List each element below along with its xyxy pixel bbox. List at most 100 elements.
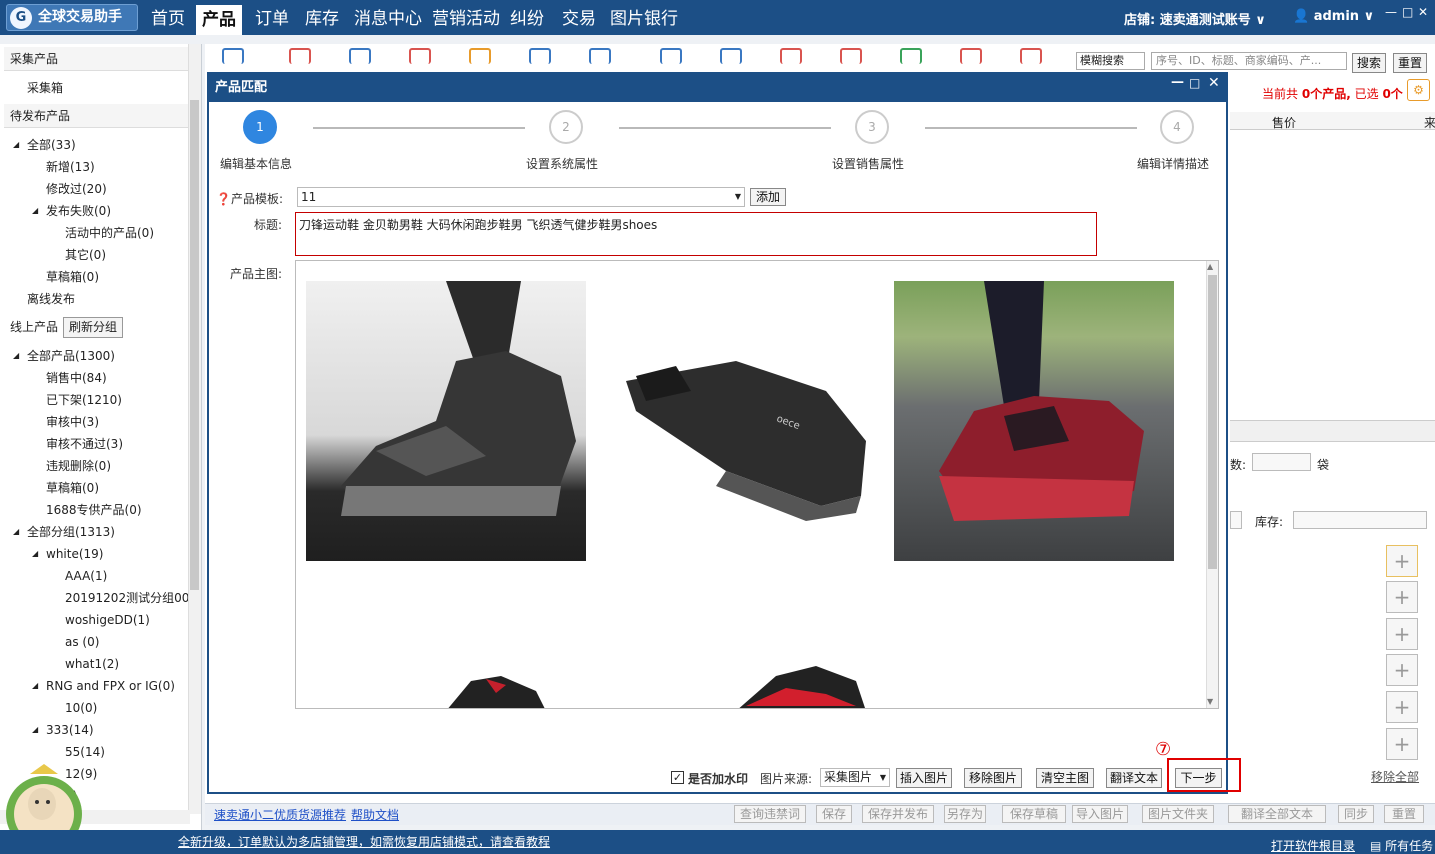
toolbar-icon-5[interactable] (529, 48, 551, 64)
sidebar-item-online[interactable]: white(19) (46, 544, 103, 564)
sidebar-item-online[interactable]: 全部分组(1313) (27, 522, 115, 542)
sidebar-item-online[interactable]: 已下架(1210) (46, 390, 122, 410)
image-area-scroll-thumb[interactable] (1208, 275, 1217, 569)
promo-link[interactable]: 速卖通小二优质货源推荐 (214, 806, 346, 823)
status-button-0[interactable]: 查询违禁词 (734, 805, 806, 823)
step-circle-2[interactable]: 2 (549, 110, 583, 144)
sidebar-item-online[interactable]: 333(14) (46, 720, 94, 740)
toolbar-icon-2[interactable] (349, 48, 371, 64)
tree-expand-icon[interactable]: ◢ (13, 346, 19, 366)
partial-input[interactable] (1230, 511, 1242, 529)
toolbar-icon-12[interactable] (960, 48, 982, 64)
sidebar-item-online[interactable]: 20191202测试分组001 (65, 588, 197, 608)
window-maximize-button[interactable]: □ (1402, 5, 1413, 19)
sidebar-item-online[interactable]: 审核中(3) (46, 412, 99, 432)
remove-image-button[interactable]: 移除图片 (964, 768, 1022, 788)
toolbar-icon-1[interactable] (289, 48, 311, 64)
add-template-button[interactable]: 添加 (750, 188, 786, 206)
toolbar-icon-8[interactable] (720, 48, 742, 64)
col-price-header[interactable]: 售价 (1272, 114, 1296, 131)
sidebar-item-pending[interactable]: 草稿箱(0) (46, 267, 99, 287)
add-image-plus-icon[interactable]: + (1386, 728, 1418, 760)
search-button[interactable]: 搜索 (1352, 53, 1386, 73)
watermark-checkbox[interactable]: ✓ (671, 771, 684, 784)
filter-settings-icon[interactable]: ⚙ (1407, 79, 1430, 101)
toolbar-icon-9[interactable] (780, 48, 802, 64)
open-root-dir-link[interactable]: 打开软件根目录 (1271, 837, 1355, 854)
sidebar-item-pending[interactable]: 活动中的产品(0) (65, 223, 154, 243)
add-image-plus-icon[interactable]: + (1386, 618, 1418, 650)
col-more-header[interactable]: 来 (1424, 114, 1435, 131)
app-logo[interactable]: G 全球交易助手 (6, 4, 138, 31)
sidebar-item-online[interactable]: 10(0) (65, 698, 97, 718)
clear-main-image-button[interactable]: 清空主图 (1036, 768, 1094, 788)
sidebar-item-pending[interactable]: 发布失败(0) (46, 201, 111, 221)
toolbar-icon-4[interactable] (469, 48, 491, 64)
shop-selector[interactable]: 店铺: 速卖通测试账号 ∨ (1124, 9, 1266, 28)
product-image-5-partial[interactable] (726, 666, 876, 709)
status-button-8[interactable]: 同步 (1338, 805, 1374, 823)
tree-expand-icon[interactable]: ◢ (32, 544, 38, 564)
sidebar-item-online[interactable]: 55(14) (65, 742, 105, 762)
refresh-group-button[interactable]: 刷新分组 (63, 317, 123, 338)
nav-tab-4[interactable]: 消息中心 (352, 0, 424, 35)
status-button-9[interactable]: 重置 (1384, 805, 1424, 823)
product-image-2[interactable]: oece (606, 281, 881, 561)
product-image-4-partial[interactable] (426, 671, 586, 709)
user-menu[interactable]: 👤 admin ∨ (1293, 9, 1374, 24)
add-image-plus-icon[interactable]: + (1386, 581, 1418, 613)
nav-tab-7[interactable]: 交易 (560, 0, 598, 35)
sidebar-item-online[interactable]: as (0) (65, 632, 99, 652)
nav-tab-8[interactable]: 图片银行 (608, 0, 680, 35)
insert-image-button[interactable]: 插入图片 (896, 768, 952, 788)
window-close-button[interactable]: ✕ (1418, 5, 1428, 19)
toolbar-icon-3[interactable] (409, 48, 431, 64)
tree-expand-icon[interactable]: ◢ (32, 676, 38, 696)
status-button-1[interactable]: 保存 (816, 805, 852, 823)
sidebar-item-pending[interactable]: 其它(0) (65, 245, 106, 265)
tree-expand-icon[interactable]: ◢ (13, 522, 19, 542)
add-image-plus-icon[interactable]: + (1386, 545, 1418, 577)
sidebar-item-online[interactable]: 全部产品(1300) (27, 346, 115, 366)
dialog-close-button[interactable]: ✕ (1208, 75, 1220, 91)
toolbar-icon-11[interactable] (900, 48, 922, 64)
remove-all-link[interactable]: 移除全部 (1371, 768, 1419, 785)
nav-tab-0[interactable]: 首页 (146, 0, 190, 35)
step-circle-1[interactable]: 1 (243, 110, 277, 144)
nav-tab-3[interactable]: 库存 (303, 0, 341, 35)
status-button-2[interactable]: 保存并发布 (862, 805, 934, 823)
scroll-down-icon[interactable]: ▼ (1207, 697, 1213, 706)
step-circle-3[interactable]: 3 (855, 110, 889, 144)
toolbar-icon-6[interactable] (589, 48, 611, 64)
next-step-button[interactable]: 下一步 (1175, 768, 1222, 788)
sidebar-item-online[interactable]: RNG and FPX or IG(0) (46, 676, 175, 696)
sidebar-item-pending[interactable]: 离线发布 (27, 289, 75, 309)
add-image-plus-icon[interactable]: + (1386, 654, 1418, 686)
sidebar-scroll-thumb[interactable] (190, 100, 199, 590)
product-image-3[interactable] (894, 281, 1174, 561)
sidebar-item-online[interactable]: 审核不通过(3) (46, 434, 123, 454)
status-button-6[interactable]: 图片文件夹 (1142, 805, 1214, 823)
sidebar-item-online[interactable]: 草稿箱(0) (46, 478, 99, 498)
step-circle-4[interactable]: 4 (1160, 110, 1194, 144)
nav-tab-2[interactable]: 订单 (253, 0, 291, 35)
qty-input[interactable] (1252, 453, 1311, 471)
sidebar-item-pending[interactable]: 全部(33) (27, 135, 76, 155)
window-minimize-button[interactable]: — (1385, 5, 1397, 19)
tree-expand-icon[interactable]: ◢ (32, 201, 38, 221)
all-tasks-button[interactable]: ▤ 所有任务 (1370, 837, 1433, 854)
sidebar-item-online[interactable]: 违规删除(0) (46, 456, 111, 476)
tree-expand-icon[interactable]: ◢ (13, 135, 19, 155)
search-input[interactable]: 序号、ID、标题、商家编码、产... (1151, 52, 1347, 70)
help-doc-link[interactable]: 帮助文档 (351, 806, 399, 823)
main-image-area[interactable]: oece ▲ ▼ (295, 260, 1219, 709)
nav-tab-5[interactable]: 营销活动 (430, 0, 502, 35)
stock-input[interactable] (1293, 511, 1427, 529)
help-icon[interactable]: ❓ (216, 192, 231, 206)
scroll-up-icon[interactable]: ▲ (1207, 262, 1213, 271)
toolbar-icon-0[interactable] (222, 48, 244, 64)
upgrade-notice-link[interactable]: 全新升级，订单默认为多店铺管理，如需恢复用店铺模式，请查看教程 (178, 833, 550, 850)
reset-button[interactable]: 重置 (1393, 53, 1427, 73)
toolbar-icon-10[interactable] (840, 48, 862, 64)
dialog-maximize-button[interactable]: □ (1189, 76, 1200, 90)
